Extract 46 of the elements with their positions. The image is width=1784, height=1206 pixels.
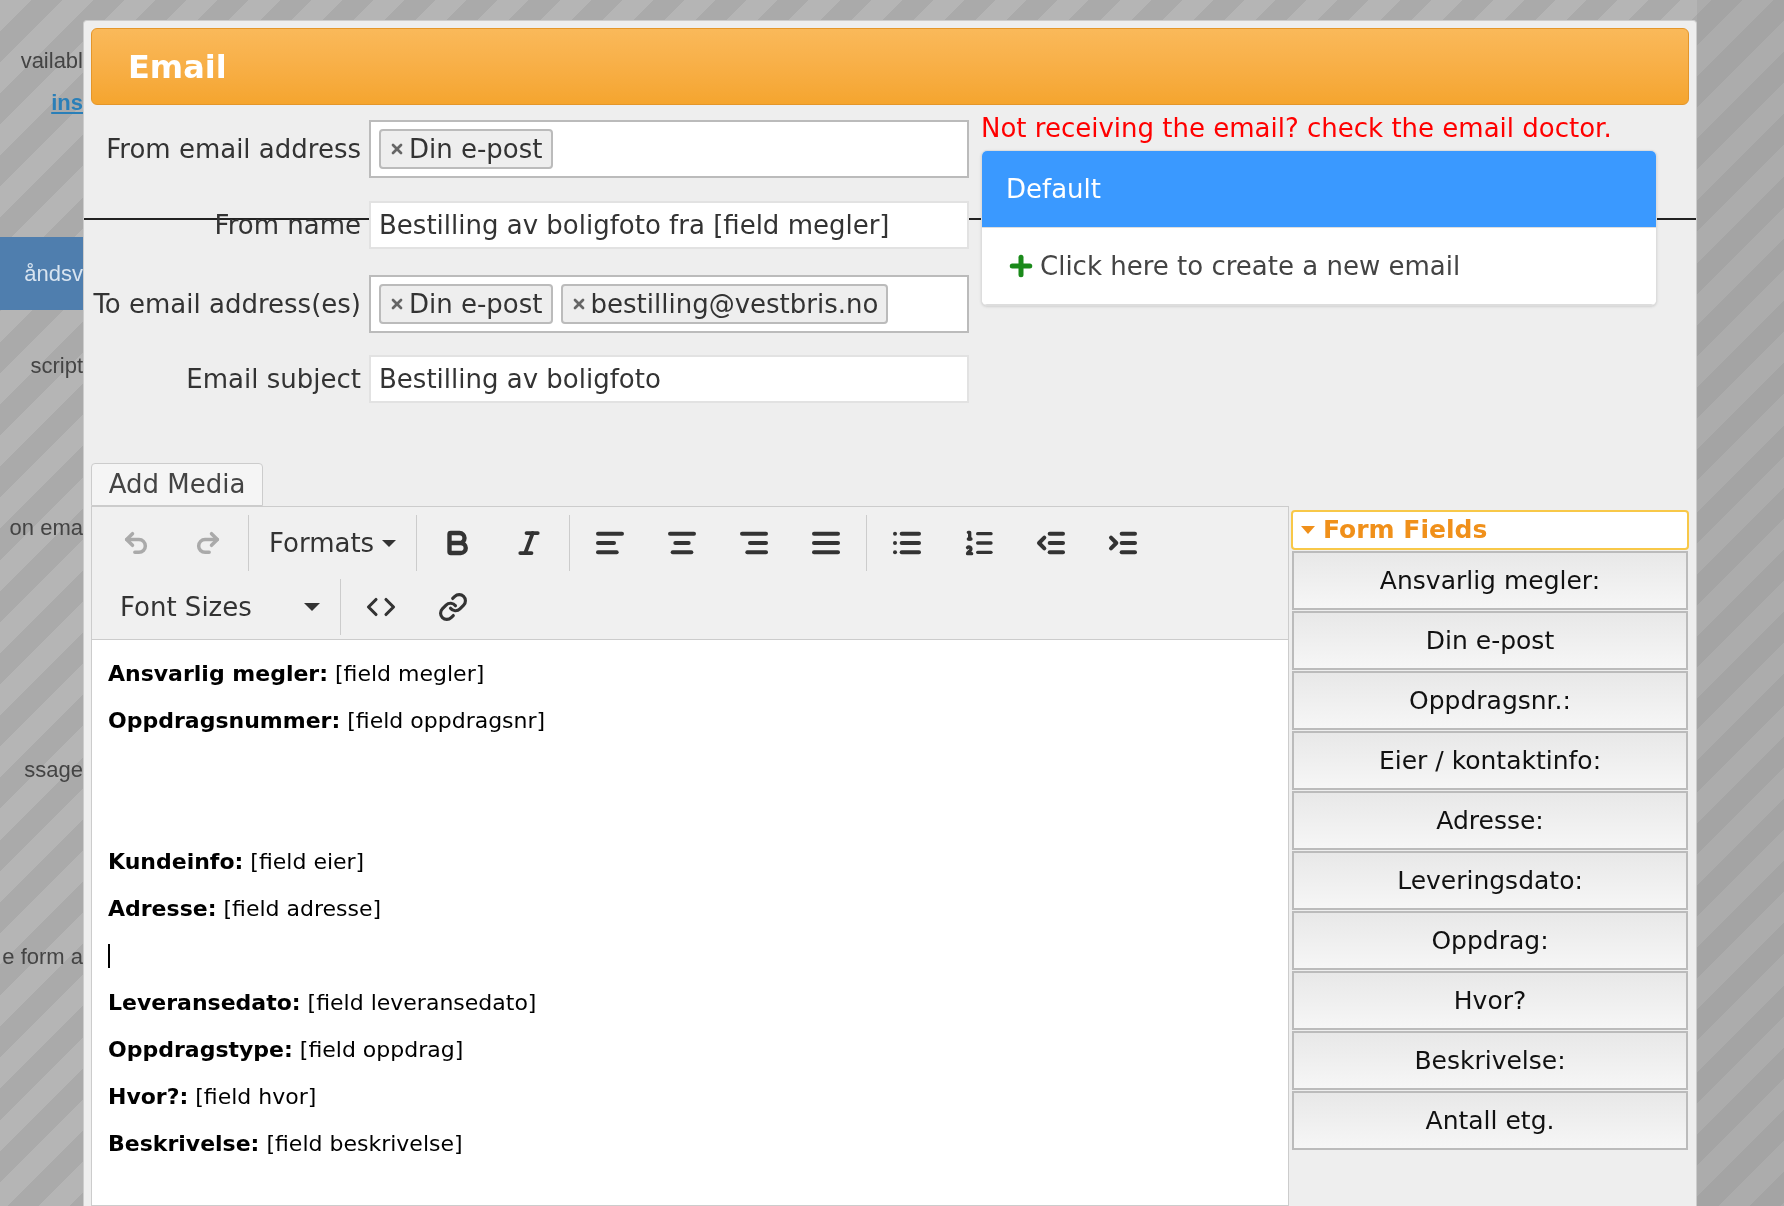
background-label: ssage <box>23 756 83 784</box>
caret-icon <box>382 539 397 547</box>
tag-input[interactable]: Din e-post <box>369 120 969 179</box>
link-icon <box>438 592 468 622</box>
caret-icon <box>304 603 320 611</box>
form-field-button[interactable]: Eier / kontaktinfo: <box>1292 731 1688 790</box>
background-label: vailabl <box>19 47 83 75</box>
background-label: e form a <box>1 943 83 971</box>
email-menu-item[interactable]: Click here to create a new email <box>982 228 1656 306</box>
editor-paragraph: Ansvarlig megler: [field megler] <box>108 660 485 687</box>
editor-paragraph: Oppdragsnummer: [field oppdragsnr] <box>108 707 546 734</box>
editor-paragraph: Kundeinfo: [field eier] <box>108 848 365 875</box>
editor-paragraph: Leveransedato: [field leveransedato] <box>108 989 537 1016</box>
text-field[interactable]: Bestilling av boligfoto fra [field megler] <box>369 201 969 250</box>
background-label: script <box>29 352 83 380</box>
field-label: From email address <box>105 132 361 166</box>
form-field-button[interactable]: Ansvarlig megler: <box>1292 551 1688 610</box>
redo-icon <box>194 529 222 557</box>
editor-paragraph: Oppdragstype: [field oppdrag] <box>108 1036 464 1063</box>
field-label: To email address(es) <box>92 287 361 321</box>
form-field-button[interactable]: Hvor? <box>1292 971 1688 1030</box>
text-field[interactable]: Bestilling av boligfoto <box>369 355 969 404</box>
caret-down-icon <box>1301 526 1315 534</box>
dialog-title: Email <box>128 46 227 88</box>
form-field-button[interactable]: Beskrivelse: <box>1292 1031 1688 1090</box>
formats-dropdown[interactable]: Formats <box>253 513 413 573</box>
tag-input[interactable]: Din e-post bestilling@vestbris.no <box>369 275 969 334</box>
form-field-button[interactable]: Din e-post <box>1292 611 1688 670</box>
form-field-button[interactable]: Oppdragsnr.: <box>1292 671 1688 730</box>
undo-icon <box>122 529 150 557</box>
recipient-tag: Din e-post <box>379 129 553 170</box>
editor-paragraph: Hvor?: [field hvor] <box>108 1083 317 1110</box>
font-sizes-dropdown[interactable]: Font Sizes <box>100 577 336 637</box>
form-field-button[interactable]: Oppdrag: <box>1292 911 1688 970</box>
recipient-tag: Din e-post <box>379 284 553 325</box>
field-label: Email subject <box>185 362 361 396</box>
editor-paragraph: Adresse: [field adresse] <box>108 895 382 922</box>
form-field-button[interactable]: Antall etg. <box>1292 1091 1688 1150</box>
recipient-tag: bestilling@vestbris.no <box>560 284 889 325</box>
background-label: on ema <box>8 514 83 542</box>
add-media-button[interactable]: Add Media <box>91 463 263 506</box>
form-fields-title: Form Fields <box>1323 514 1488 547</box>
form-field-button[interactable]: Leveringsdato: <box>1292 851 1688 910</box>
text-cursor <box>108 943 110 968</box>
form-field-button[interactable]: Adresse: <box>1292 791 1688 850</box>
editor-paragraph: Beskrivelse: [field beskrivelse] <box>108 1130 463 1157</box>
